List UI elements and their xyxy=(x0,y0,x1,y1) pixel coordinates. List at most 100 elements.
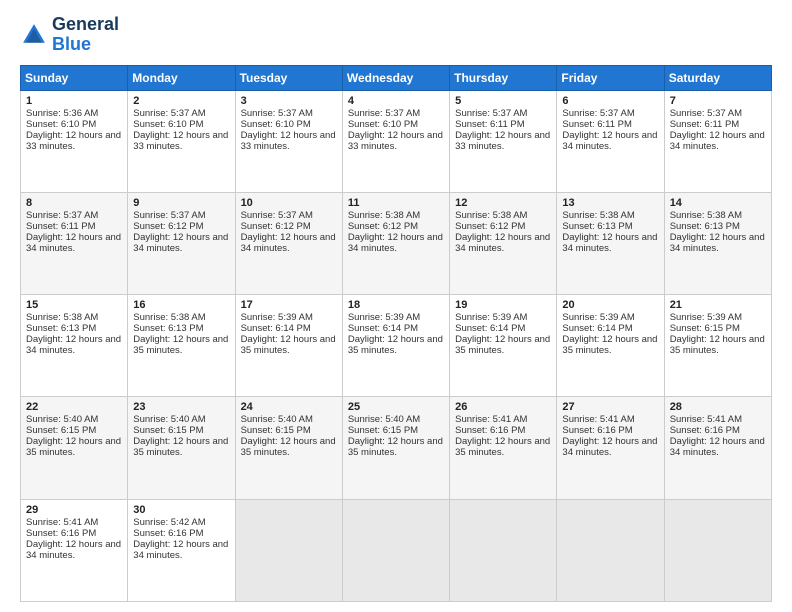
daylight-label: Daylight: 12 hours and 34 minutes. xyxy=(133,539,228,561)
day-cell-11: 11Sunrise: 5:38 AMSunset: 6:12 PMDayligh… xyxy=(342,192,449,294)
sunset-label: Sunset: 6:11 PM xyxy=(562,119,632,130)
sunrise-label: Sunrise: 5:36 AM xyxy=(26,108,98,119)
day-cell-27: 27Sunrise: 5:41 AMSunset: 6:16 PMDayligh… xyxy=(557,397,664,499)
daylight-label: Daylight: 12 hours and 35 minutes. xyxy=(455,334,550,356)
sunrise-label: Sunrise: 5:40 AM xyxy=(26,414,98,425)
day-cell-4: 4Sunrise: 5:37 AMSunset: 6:10 PMDaylight… xyxy=(342,90,449,192)
sunset-label: Sunset: 6:16 PM xyxy=(670,425,740,436)
week-row-5: 29Sunrise: 5:41 AMSunset: 6:16 PMDayligh… xyxy=(21,499,772,601)
sunset-label: Sunset: 6:16 PM xyxy=(562,425,632,436)
daylight-label: Daylight: 12 hours and 35 minutes. xyxy=(562,334,657,356)
daylight-label: Daylight: 12 hours and 35 minutes. xyxy=(241,436,336,458)
sunset-label: Sunset: 6:12 PM xyxy=(133,221,203,232)
sunset-label: Sunset: 6:12 PM xyxy=(455,221,525,232)
day-cell-12: 12Sunrise: 5:38 AMSunset: 6:12 PMDayligh… xyxy=(450,192,557,294)
sunrise-label: Sunrise: 5:40 AM xyxy=(348,414,420,425)
day-number: 2 xyxy=(133,95,229,107)
col-header-friday: Friday xyxy=(557,65,664,90)
sunrise-label: Sunrise: 5:39 AM xyxy=(670,312,742,323)
day-number: 29 xyxy=(26,504,122,516)
day-number: 5 xyxy=(455,95,551,107)
day-number: 8 xyxy=(26,197,122,209)
daylight-label: Daylight: 12 hours and 34 minutes. xyxy=(562,436,657,458)
sunset-label: Sunset: 6:15 PM xyxy=(670,323,740,334)
page: General Blue SundayMondayTuesdayWednesda… xyxy=(0,0,792,612)
sunset-label: Sunset: 6:14 PM xyxy=(348,323,418,334)
sunset-label: Sunset: 6:11 PM xyxy=(26,221,96,232)
sunrise-label: Sunrise: 5:40 AM xyxy=(133,414,205,425)
day-number: 15 xyxy=(26,299,122,311)
day-cell-25: 25Sunrise: 5:40 AMSunset: 6:15 PMDayligh… xyxy=(342,397,449,499)
day-cell-20: 20Sunrise: 5:39 AMSunset: 6:14 PMDayligh… xyxy=(557,295,664,397)
day-number: 19 xyxy=(455,299,551,311)
sunrise-label: Sunrise: 5:41 AM xyxy=(562,414,634,425)
day-number: 14 xyxy=(670,197,766,209)
daylight-label: Daylight: 12 hours and 35 minutes. xyxy=(348,334,443,356)
sunrise-label: Sunrise: 5:37 AM xyxy=(562,108,634,119)
sunset-label: Sunset: 6:16 PM xyxy=(455,425,525,436)
sunrise-label: Sunrise: 5:37 AM xyxy=(348,108,420,119)
daylight-label: Daylight: 12 hours and 34 minutes. xyxy=(348,232,443,254)
sunset-label: Sunset: 6:12 PM xyxy=(348,221,418,232)
sunset-label: Sunset: 6:10 PM xyxy=(26,119,96,130)
day-cell-19: 19Sunrise: 5:39 AMSunset: 6:14 PMDayligh… xyxy=(450,295,557,397)
day-cell-2: 2Sunrise: 5:37 AMSunset: 6:10 PMDaylight… xyxy=(128,90,235,192)
day-cell-23: 23Sunrise: 5:40 AMSunset: 6:15 PMDayligh… xyxy=(128,397,235,499)
empty-cell xyxy=(664,499,771,601)
daylight-label: Daylight: 12 hours and 33 minutes. xyxy=(241,130,336,152)
day-number: 7 xyxy=(670,95,766,107)
day-number: 3 xyxy=(241,95,337,107)
col-header-tuesday: Tuesday xyxy=(235,65,342,90)
day-cell-22: 22Sunrise: 5:40 AMSunset: 6:15 PMDayligh… xyxy=(21,397,128,499)
daylight-label: Daylight: 12 hours and 35 minutes. xyxy=(26,436,121,458)
sunrise-label: Sunrise: 5:42 AM xyxy=(133,517,205,528)
day-cell-7: 7Sunrise: 5:37 AMSunset: 6:11 PMDaylight… xyxy=(664,90,771,192)
sunset-label: Sunset: 6:14 PM xyxy=(241,323,311,334)
sunset-label: Sunset: 6:10 PM xyxy=(348,119,418,130)
sunset-label: Sunset: 6:16 PM xyxy=(26,528,96,539)
sunset-label: Sunset: 6:15 PM xyxy=(348,425,418,436)
col-header-monday: Monday xyxy=(128,65,235,90)
day-number: 21 xyxy=(670,299,766,311)
empty-cell xyxy=(342,499,449,601)
sunset-label: Sunset: 6:13 PM xyxy=(670,221,740,232)
sunrise-label: Sunrise: 5:37 AM xyxy=(241,210,313,221)
daylight-label: Daylight: 12 hours and 34 minutes. xyxy=(133,232,228,254)
sunrise-label: Sunrise: 5:38 AM xyxy=(562,210,634,221)
sunrise-label: Sunrise: 5:38 AM xyxy=(133,312,205,323)
daylight-label: Daylight: 12 hours and 34 minutes. xyxy=(670,232,765,254)
sunrise-label: Sunrise: 5:37 AM xyxy=(670,108,742,119)
sunset-label: Sunset: 6:11 PM xyxy=(670,119,740,130)
day-number: 26 xyxy=(455,401,551,413)
daylight-label: Daylight: 12 hours and 34 minutes. xyxy=(26,334,121,356)
sunrise-label: Sunrise: 5:41 AM xyxy=(670,414,742,425)
day-number: 28 xyxy=(670,401,766,413)
logo-text-general: General xyxy=(52,15,119,35)
day-number: 17 xyxy=(241,299,337,311)
sunrise-label: Sunrise: 5:39 AM xyxy=(348,312,420,323)
day-cell-28: 28Sunrise: 5:41 AMSunset: 6:16 PMDayligh… xyxy=(664,397,771,499)
header: General Blue xyxy=(20,15,772,55)
sunset-label: Sunset: 6:10 PM xyxy=(241,119,311,130)
day-number: 22 xyxy=(26,401,122,413)
day-number: 13 xyxy=(562,197,658,209)
day-cell-5: 5Sunrise: 5:37 AMSunset: 6:11 PMDaylight… xyxy=(450,90,557,192)
day-cell-13: 13Sunrise: 5:38 AMSunset: 6:13 PMDayligh… xyxy=(557,192,664,294)
sunset-label: Sunset: 6:10 PM xyxy=(133,119,203,130)
sunrise-label: Sunrise: 5:38 AM xyxy=(670,210,742,221)
week-row-4: 22Sunrise: 5:40 AMSunset: 6:15 PMDayligh… xyxy=(21,397,772,499)
sunrise-label: Sunrise: 5:37 AM xyxy=(455,108,527,119)
col-header-wednesday: Wednesday xyxy=(342,65,449,90)
sunrise-label: Sunrise: 5:37 AM xyxy=(133,210,205,221)
day-number: 12 xyxy=(455,197,551,209)
daylight-label: Daylight: 12 hours and 35 minutes. xyxy=(241,334,336,356)
sunset-label: Sunset: 6:15 PM xyxy=(241,425,311,436)
sunset-label: Sunset: 6:15 PM xyxy=(133,425,203,436)
day-cell-16: 16Sunrise: 5:38 AMSunset: 6:13 PMDayligh… xyxy=(128,295,235,397)
daylight-label: Daylight: 12 hours and 35 minutes. xyxy=(133,334,228,356)
daylight-label: Daylight: 12 hours and 34 minutes. xyxy=(670,130,765,152)
sunset-label: Sunset: 6:16 PM xyxy=(133,528,203,539)
col-header-saturday: Saturday xyxy=(664,65,771,90)
daylight-label: Daylight: 12 hours and 33 minutes. xyxy=(133,130,228,152)
day-number: 18 xyxy=(348,299,444,311)
